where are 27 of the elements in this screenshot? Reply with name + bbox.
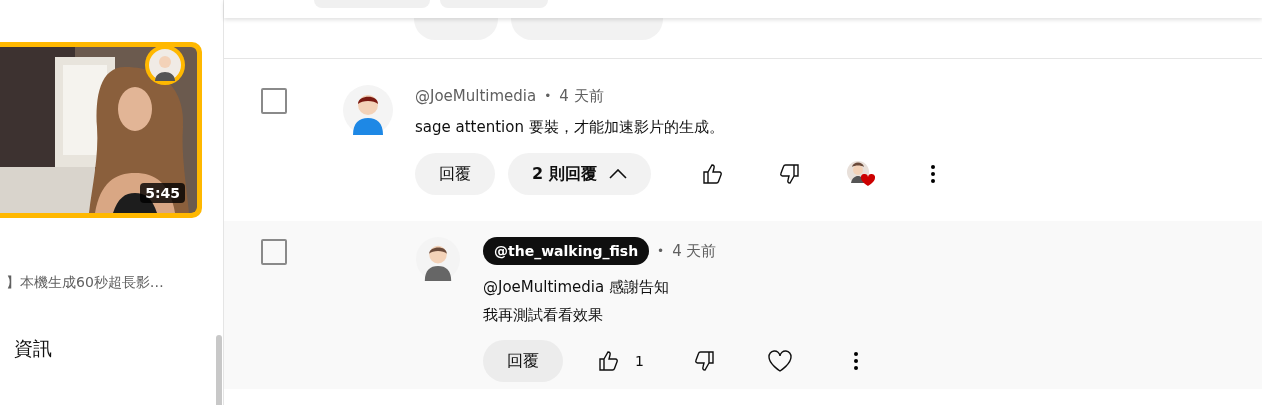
checkbox[interactable] [261,88,287,114]
thumbs-up-icon [700,162,725,186]
comment-author[interactable]: @the_walking_fish [483,237,650,265]
comment-text: @JoeMultimedia 感謝告知 [483,277,670,298]
thumbs-up-icon [597,349,621,373]
scrollbar-thumb[interactable] [216,335,222,405]
comment-text: 我再測試看看效果 [483,305,604,326]
comment-author[interactable]: @JoeMultimedia [415,87,537,105]
section-title: 資訊 [14,336,53,361]
comment-time[interactable]: 4 天前 [559,86,604,106]
caret-icon [608,169,627,179]
heart-icon [766,349,793,373]
replies-button[interactable]: 2 則回覆 [508,153,651,195]
creator-heart-icon [846,161,875,187]
comment-text: sage attention 要裝，才能加速影片的生成。 [415,117,725,138]
duration-badge: 5:45 [140,183,185,203]
more-icon [853,352,858,370]
avatar [343,85,393,135]
separator-dot: • [544,89,552,103]
checkbox[interactable] [261,239,287,265]
video-title[interactable]: 】本機生成60秒超長影… [6,274,215,292]
separator-dot: • [657,244,665,258]
reply-button[interactable]: 回覆 [415,153,495,195]
more-icon [930,165,935,183]
comment-time[interactable]: 4 天前 [672,241,717,261]
like-button[interactable]: 1 [597,340,644,382]
reply-button[interactable]: 回覆 [483,340,563,382]
